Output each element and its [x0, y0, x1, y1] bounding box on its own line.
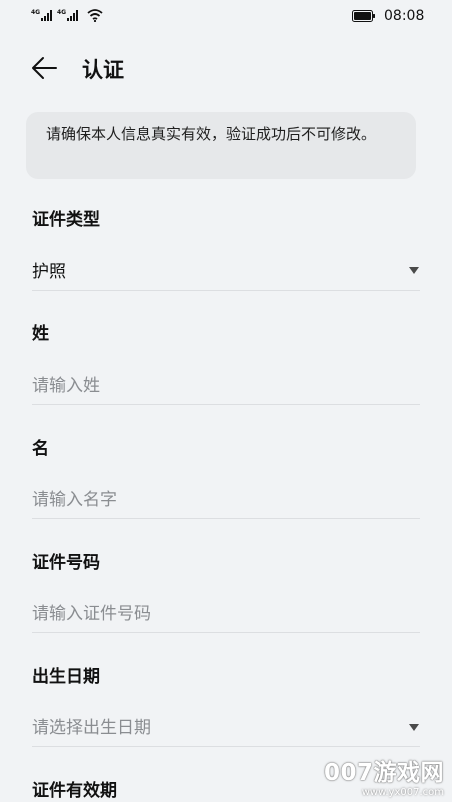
surname-input[interactable]: 请输入姓 — [32, 371, 100, 396]
divider — [32, 746, 420, 747]
given-name-label: 名 — [32, 439, 49, 459]
page-title: 认证 — [82, 58, 124, 82]
id-type-select[interactable]: 护照 — [32, 257, 66, 282]
birth-date-select[interactable]: 请选择出生日期 — [32, 713, 151, 738]
id-type-label: 证件类型 — [32, 210, 100, 230]
id-number-label: 证件号码 — [32, 553, 100, 573]
back-arrow-icon[interactable] — [30, 53, 60, 83]
watermark: 007游戏网 www.yx007.com — [324, 753, 444, 798]
signal-bars-1-icon — [41, 10, 52, 21]
divider — [32, 632, 420, 633]
divider — [32, 518, 420, 519]
validity-label: 证件有效期 — [32, 781, 117, 801]
wifi-icon — [87, 9, 103, 22]
watermark-url: www.yx007.com — [361, 787, 444, 798]
notice-banner: 请确保本人信息真实有效，验证成功后不可修改。 — [26, 112, 416, 179]
signal-bars-2-icon — [67, 10, 78, 21]
divider — [32, 290, 420, 291]
battery-icon — [352, 10, 375, 22]
surname-label: 姓 — [32, 324, 49, 344]
id-number-input[interactable]: 请输入证件号码 — [32, 599, 151, 624]
signal-label-1: 4G — [31, 9, 41, 16]
birth-date-label: 出生日期 — [32, 667, 100, 687]
chevron-down-icon[interactable] — [409, 724, 419, 731]
status-bar: 4G 4G 08:08 — [0, 0, 452, 34]
watermark-brand: 007游戏网 — [323, 760, 444, 786]
status-time: 08:08 — [384, 8, 425, 24]
divider — [32, 404, 420, 405]
signal-label-2: 4G — [57, 9, 67, 16]
chevron-down-icon[interactable] — [409, 267, 419, 274]
given-name-input[interactable]: 请输入名字 — [32, 485, 117, 510]
